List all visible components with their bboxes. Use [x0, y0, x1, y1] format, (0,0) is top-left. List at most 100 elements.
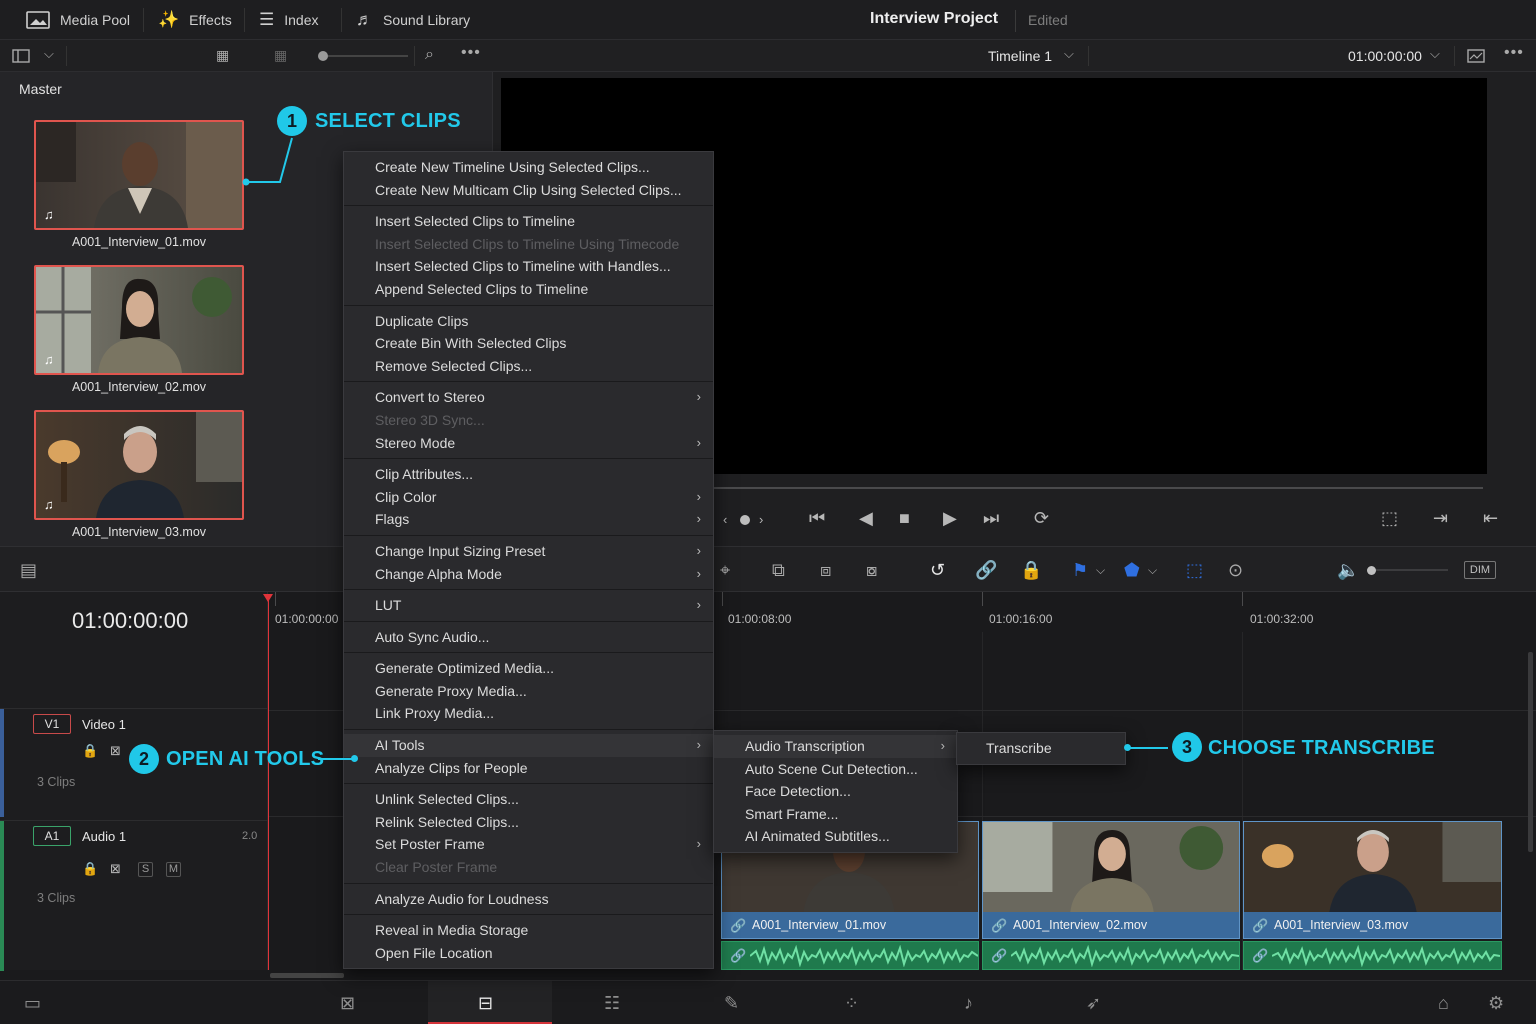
chevron-down-icon[interactable]: ⌵	[1064, 46, 1074, 62]
media-clip-thumbnail[interactable]: ♫	[34, 410, 244, 520]
zoom-icon[interactable]: ⊙	[1228, 560, 1243, 581]
index-tab[interactable]: ☰ Index	[259, 0, 319, 40]
menu-item-stereo-mode[interactable]: Stereo Mode ›	[344, 432, 713, 455]
jog-wheel-icon[interactable]	[740, 515, 750, 525]
menu-item-ai-animated-subtitles[interactable]: AI Animated Subtitles...	[714, 825, 957, 848]
menu-item-change-input-sizing-preset[interactable]: Change Input Sizing Preset ›	[344, 540, 713, 563]
link-icon[interactable]: 🔗	[975, 560, 997, 581]
sound-library-tab[interactable]: ♬ Sound Library	[356, 0, 470, 40]
edit-page-icon[interactable]: ⊟	[478, 993, 493, 1014]
menu-item-auto-sync-audio[interactable]: Auto Sync Audio...	[344, 626, 713, 649]
media-clip-thumbnail[interactable]: ♫	[34, 120, 244, 230]
vertical-scrollbar[interactable]	[1528, 652, 1533, 852]
auto-select-icon[interactable]: ⊠	[110, 861, 121, 877]
menu-item-flags[interactable]: Flags ›	[344, 508, 713, 531]
loop-icon[interactable]: ⟳	[1034, 508, 1049, 529]
prev-edit-icon[interactable]: ⇤	[1483, 508, 1498, 529]
scopes-icon[interactable]	[1467, 49, 1485, 63]
more-options-icon[interactable]: •••	[1504, 44, 1524, 62]
lock-icon[interactable]: 🔒	[82, 861, 98, 877]
color-page-icon[interactable]: ✎	[724, 993, 739, 1014]
marker-icon[interactable]: ⬟	[1124, 560, 1140, 581]
deliver-page-icon[interactable]: ➶	[1086, 993, 1101, 1014]
zoom-slider-handle[interactable]	[318, 51, 328, 61]
media-clip-thumbnail[interactable]: ♫	[34, 265, 244, 375]
menu-item-generate-proxy-media[interactable]: Generate Proxy Media...	[344, 680, 713, 703]
insert-clip-icon[interactable]: ⧉	[772, 560, 785, 581]
chevron-down-icon[interactable]: ⌵	[44, 46, 54, 62]
timeline-view-options-icon[interactable]: ▤	[20, 560, 37, 581]
fusion-page-icon[interactable]: ☷	[604, 993, 620, 1014]
menu-item-smart-frame[interactable]: Smart Frame...	[714, 803, 957, 826]
timeline-audio-clip[interactable]: 🔗	[982, 941, 1240, 970]
menu-item-relink-selected-clips[interactable]: Relink Selected Clips...	[344, 811, 713, 834]
viewer-timecode[interactable]: 01:00:00:00	[1348, 48, 1422, 64]
more-options-icon[interactable]: •••	[461, 44, 481, 62]
menu-item-analyze-clips-for-people[interactable]: Analyze Clips for People	[344, 757, 713, 780]
auto-select-icon[interactable]: ⊠	[110, 743, 121, 759]
music-page-icon[interactable]: ♪	[964, 993, 973, 1014]
flag-icon[interactable]: ⚑	[1072, 560, 1088, 581]
thumbnail-view-icon[interactable]: ▦	[274, 47, 287, 64]
volume-slider-handle[interactable]	[1367, 566, 1376, 575]
media-page-icon[interactable]: ▭	[24, 993, 41, 1014]
menu-item-lut[interactable]: LUT ›	[344, 594, 713, 617]
menu-item-create-new-timeline-using-selected-clips[interactable]: Create New Timeline Using Selected Clips…	[344, 156, 713, 179]
menu-item-unlink-selected-clips[interactable]: Unlink Selected Clips...	[344, 788, 713, 811]
menu-item-analyze-audio-for-loudness[interactable]: Analyze Audio for Loudness	[344, 888, 713, 911]
menu-item-create-bin-with-selected-clips[interactable]: Create Bin With Selected Clips	[344, 332, 713, 355]
search-icon[interactable]: ⌕	[425, 46, 434, 64]
effects-tab[interactable]: ✨ Effects	[158, 0, 232, 40]
horizontal-scrollbar[interactable]	[270, 973, 344, 978]
position-lock-icon[interactable]: ⬚	[1186, 560, 1203, 581]
jog-left-icon[interactable]: ‹	[723, 512, 727, 527]
timeline-audio-clip[interactable]: 🔗	[721, 941, 979, 970]
replace-clip-icon[interactable]: ⧇	[866, 560, 877, 581]
chevron-down-icon[interactable]: ⌵	[1148, 563, 1157, 578]
home-icon[interactable]: ⌂	[1438, 993, 1449, 1014]
play-reverse-icon[interactable]: ◀	[859, 508, 873, 529]
audio-track-header[interactable]: A1 Audio 1 2.0 🔒 ⊠ S M 3 Clips	[0, 820, 268, 971]
track-id-badge[interactable]: A1	[33, 826, 71, 846]
menu-item-transcribe[interactable]: Transcribe	[957, 737, 1125, 760]
fairlight-page-icon[interactable]: ⁘	[844, 993, 859, 1014]
lock-icon[interactable]: 🔒	[1020, 560, 1042, 581]
dim-button[interactable]: DIM	[1464, 561, 1496, 579]
settings-gear-icon[interactable]: ⚙	[1488, 993, 1504, 1014]
menu-item-audio-transcription[interactable]: Audio Transcription ›	[714, 735, 957, 758]
go-to-start-icon[interactable]: ⏮	[809, 508, 825, 529]
overwrite-clip-icon[interactable]: ⧈	[820, 560, 831, 581]
track-id-badge[interactable]: V1	[33, 714, 71, 734]
menu-item-link-proxy-media[interactable]: Link Proxy Media...	[344, 702, 713, 725]
menu-item-auto-scene-cut-detection[interactable]: Auto Scene Cut Detection...	[714, 758, 957, 781]
solo-button[interactable]: S	[138, 862, 153, 877]
menu-item-set-poster-frame[interactable]: Set Poster Frame ›	[344, 833, 713, 856]
cut-page-icon[interactable]: ⊠	[340, 993, 355, 1014]
play-icon[interactable]: ▶	[943, 508, 957, 529]
lock-icon[interactable]: 🔒	[82, 743, 98, 759]
snapping-icon[interactable]: ↺	[930, 560, 945, 581]
menu-item-open-file-location[interactable]: Open File Location	[344, 942, 713, 965]
timeline-video-clip[interactable]: 🔗 A001_Interview_02.mov	[982, 821, 1240, 939]
menu-item-duplicate-clips[interactable]: Duplicate Clips	[344, 310, 713, 333]
match-frame-icon[interactable]: ⬚	[1381, 508, 1398, 529]
menu-item-ai-tools[interactable]: AI Tools ›	[344, 734, 713, 757]
menu-item-reveal-in-media-storage[interactable]: Reveal in Media Storage	[344, 919, 713, 942]
menu-item-change-alpha-mode[interactable]: Change Alpha Mode ›	[344, 563, 713, 586]
playhead[interactable]	[268, 596, 269, 970]
jog-right-icon[interactable]: ›	[759, 512, 763, 527]
track-name[interactable]: Video 1	[82, 717, 126, 732]
media-pool-tab[interactable]: Media Pool	[26, 0, 130, 40]
timeline-video-clip[interactable]: 🔗 A001_Interview_03.mov	[1243, 821, 1502, 939]
menu-item-insert-selected-clips-to-timeline[interactable]: Insert Selected Clips to Timeline	[344, 210, 713, 233]
menu-item-face-detection[interactable]: Face Detection...	[714, 780, 957, 803]
next-edit-icon[interactable]: ⇥	[1433, 508, 1448, 529]
viewer-scrubber[interactable]	[713, 487, 1483, 489]
menu-item-append-selected-clips-to-timeline[interactable]: Append Selected Clips to Timeline	[344, 278, 713, 301]
timeline-audio-clip[interactable]: 🔗	[1243, 941, 1502, 970]
menu-item-convert-to-stereo[interactable]: Convert to Stereo ›	[344, 386, 713, 409]
select-mode-icon[interactable]: ⌖	[720, 560, 730, 581]
menu-item-remove-selected-clips[interactable]: Remove Selected Clips...	[344, 355, 713, 378]
volume-icon[interactable]: 🔈	[1337, 560, 1359, 581]
bin-label[interactable]: Master	[19, 81, 62, 97]
